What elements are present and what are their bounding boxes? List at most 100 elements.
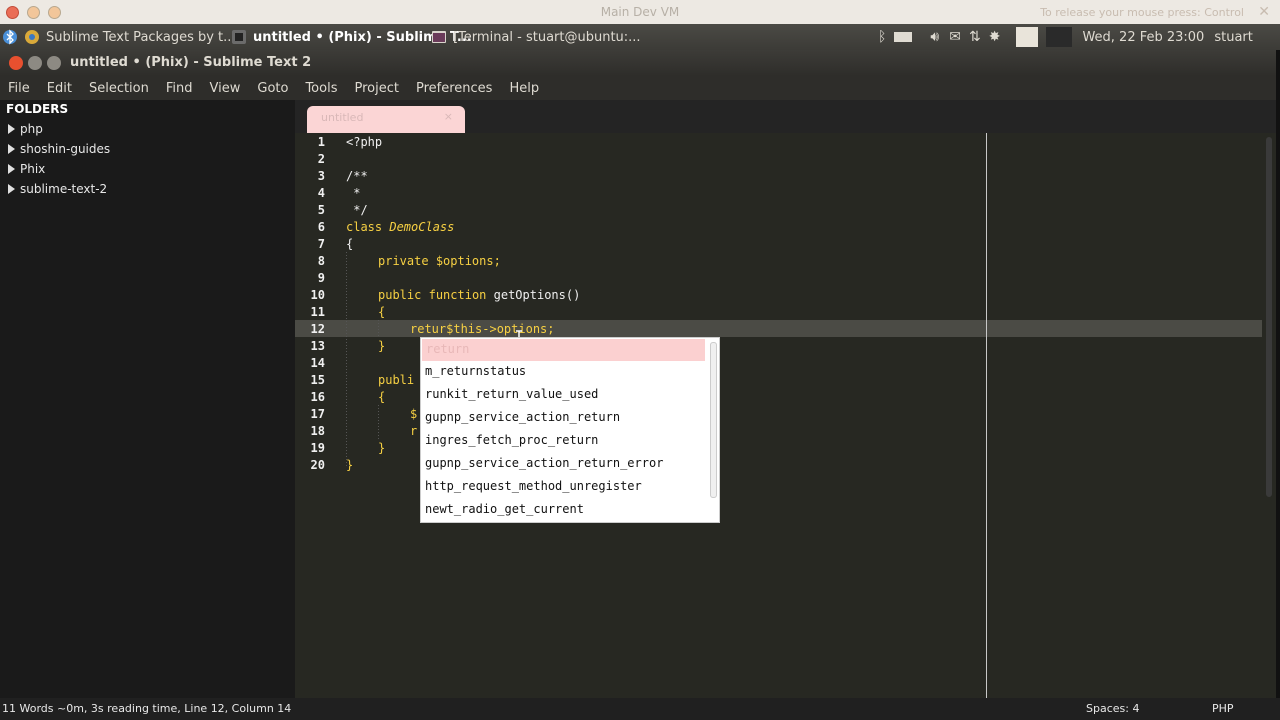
taskbar-item-label: Sublime Text Packages by t... bbox=[46, 29, 236, 45]
taskbar: Sublime Text Packages by t... untitled •… bbox=[0, 24, 1280, 50]
keyword: retur bbox=[410, 322, 447, 336]
vm-title-bar: Main Dev VM To release your mouse press:… bbox=[0, 0, 1280, 24]
vm-hint-close-icon[interactable]: ✕ bbox=[1258, 4, 1270, 20]
terminal-icon bbox=[432, 31, 446, 43]
line-number: 17 bbox=[310, 407, 325, 421]
autocomplete-scroll-thumb[interactable] bbox=[710, 342, 717, 498]
battery-icon[interactable] bbox=[894, 32, 913, 42]
menu-preferences[interactable]: Preferences bbox=[416, 81, 492, 96]
volume-icon[interactable]: 🔊︎ bbox=[930, 29, 939, 45]
autocomplete-item[interactable]: m_returnstatus bbox=[425, 360, 526, 383]
vm-release-hint: To release your mouse press: Control bbox=[1040, 6, 1244, 19]
autocomplete-item[interactable]: ingres_fetch_proc_return bbox=[425, 429, 598, 452]
line-number: 9 bbox=[317, 271, 325, 285]
code-line-5: */ bbox=[346, 203, 368, 217]
expand-triangle-icon bbox=[8, 184, 15, 194]
code-line-6: class DemoClass bbox=[346, 220, 454, 237]
keyword: class bbox=[346, 220, 383, 234]
folder-label: php bbox=[20, 122, 43, 136]
line-number: 20 bbox=[310, 458, 325, 472]
status-word-count: 11 Words ~0m, 3s reading time, Line 12, … bbox=[2, 702, 292, 715]
network-icon[interactable]: ⇅ bbox=[969, 29, 981, 45]
menu-tools[interactable]: Tools bbox=[305, 81, 337, 96]
menu-find[interactable]: Find bbox=[166, 81, 193, 96]
menu-file[interactable]: File bbox=[8, 81, 30, 96]
expand-triangle-icon bbox=[8, 144, 15, 154]
line-number: 4 bbox=[317, 186, 325, 200]
window-close-button[interactable] bbox=[9, 56, 23, 70]
taskbar-item-label: [Terminal - stuart@ubuntu:... bbox=[453, 29, 641, 45]
user-name[interactable]: stuart bbox=[1214, 30, 1253, 45]
bluetooth-app-icon bbox=[3, 29, 17, 45]
tab-bar: untitled × bbox=[295, 100, 1280, 133]
taskbar-item-terminal[interactable]: [Terminal - stuart@ubuntu:... bbox=[431, 24, 641, 50]
sidebar-folder-phix[interactable]: Phix bbox=[8, 160, 45, 178]
status-bar: 11 Words ~0m, 3s reading time, Line 12, … bbox=[0, 698, 1280, 720]
editor-scrollbar[interactable] bbox=[1266, 137, 1272, 497]
indent-guide bbox=[378, 405, 379, 439]
indent-guide bbox=[346, 252, 347, 467]
autocomplete-item[interactable]: gupnp_service_action_return bbox=[425, 406, 620, 429]
line-number: 15 bbox=[310, 373, 325, 387]
code-line-17: $ bbox=[410, 407, 418, 421]
sidebar-folder-shoshin-guides[interactable]: shoshin-guides bbox=[8, 140, 110, 158]
keyword: public bbox=[378, 288, 422, 302]
menu-edit[interactable]: Edit bbox=[47, 81, 72, 96]
autocomplete-item[interactable]: newt_radio_get_current bbox=[425, 498, 584, 521]
autocomplete-scrollbar[interactable] bbox=[710, 342, 717, 498]
window-title-bar: untitled • (Phix) - Sublime Text 2 bbox=[0, 50, 1280, 76]
tab-untitled[interactable]: untitled × bbox=[307, 106, 465, 133]
line-number: 6 bbox=[317, 220, 325, 234]
bluetooth-icon[interactable]: ᛒ bbox=[878, 29, 886, 45]
gear-icon[interactable]: ✸ bbox=[989, 29, 1001, 45]
sidebar-folder-sublime-text-2[interactable]: sublime-text-2 bbox=[8, 180, 107, 198]
folder-label: sublime-text-2 bbox=[20, 182, 108, 196]
folder-label: Phix bbox=[20, 162, 46, 176]
status-syntax[interactable]: PHP bbox=[1212, 702, 1234, 715]
clock[interactable]: Wed, 22 Feb 23:00 bbox=[1082, 30, 1204, 45]
code-line-20: } bbox=[346, 458, 354, 472]
autocomplete-item[interactable]: http_request_method_unregister bbox=[425, 475, 642, 498]
menu-project[interactable]: Project bbox=[354, 81, 398, 96]
line-number: 19 bbox=[310, 441, 325, 455]
code-line-4: * bbox=[346, 186, 361, 200]
line-number: 12 bbox=[310, 322, 325, 336]
line-number: 2 bbox=[317, 152, 325, 166]
code-line-13: } bbox=[378, 339, 386, 353]
code-line-16: { bbox=[378, 390, 386, 404]
indicator-app2-icon[interactable] bbox=[1046, 27, 1073, 47]
window-maximize-button[interactable] bbox=[47, 56, 61, 70]
autocomplete-selected-item[interactable]: return bbox=[422, 339, 705, 361]
code-line-1: <?php bbox=[346, 135, 383, 149]
tab-close-icon[interactable]: × bbox=[444, 110, 453, 123]
keyword: function bbox=[428, 288, 487, 302]
line-number: 13 bbox=[310, 339, 325, 353]
status-indentation[interactable]: Spaces: 4 bbox=[1086, 702, 1139, 715]
autocomplete-item[interactable]: runkit_return_value_used bbox=[425, 383, 598, 406]
line-number: 16 bbox=[310, 390, 325, 404]
line-number: 5 bbox=[317, 203, 325, 217]
code-line-8: private $options; bbox=[378, 254, 501, 271]
window-minimize-button[interactable] bbox=[28, 56, 42, 70]
sidebar: FOLDERS php shoshin-guides Phix sublime-… bbox=[0, 100, 295, 698]
menu-view[interactable]: View bbox=[210, 81, 241, 96]
parens: () bbox=[565, 288, 581, 302]
window-title: untitled • (Phix) - Sublime Text 2 bbox=[70, 55, 312, 70]
menu-goto[interactable]: Goto bbox=[257, 81, 288, 96]
indicator-app-icon[interactable] bbox=[1016, 27, 1039, 47]
sublime-icon bbox=[232, 30, 246, 44]
autocomplete-item[interactable]: gupnp_service_action_return_error bbox=[425, 452, 663, 475]
code-line-10: public function getOptions() bbox=[378, 288, 580, 305]
mail-icon[interactable]: ✉︎ bbox=[949, 29, 961, 45]
sidebar-folder-php[interactable]: php bbox=[8, 120, 43, 138]
menu-selection[interactable]: Selection bbox=[89, 81, 149, 96]
line-number: 10 bbox=[310, 288, 325, 302]
menu-help[interactable]: Help bbox=[509, 81, 539, 96]
variable: $options; bbox=[435, 254, 501, 268]
tab-label: untitled bbox=[321, 111, 364, 124]
code-line-7: { bbox=[346, 237, 354, 251]
line-number: 3 bbox=[317, 169, 325, 183]
folder-label: shoshin-guides bbox=[20, 142, 111, 156]
autocomplete-popup[interactable]: return m_returnstatus runkit_return_valu… bbox=[420, 337, 720, 523]
taskbar-item-browser[interactable]: Sublime Text Packages by t... bbox=[2, 24, 236, 50]
